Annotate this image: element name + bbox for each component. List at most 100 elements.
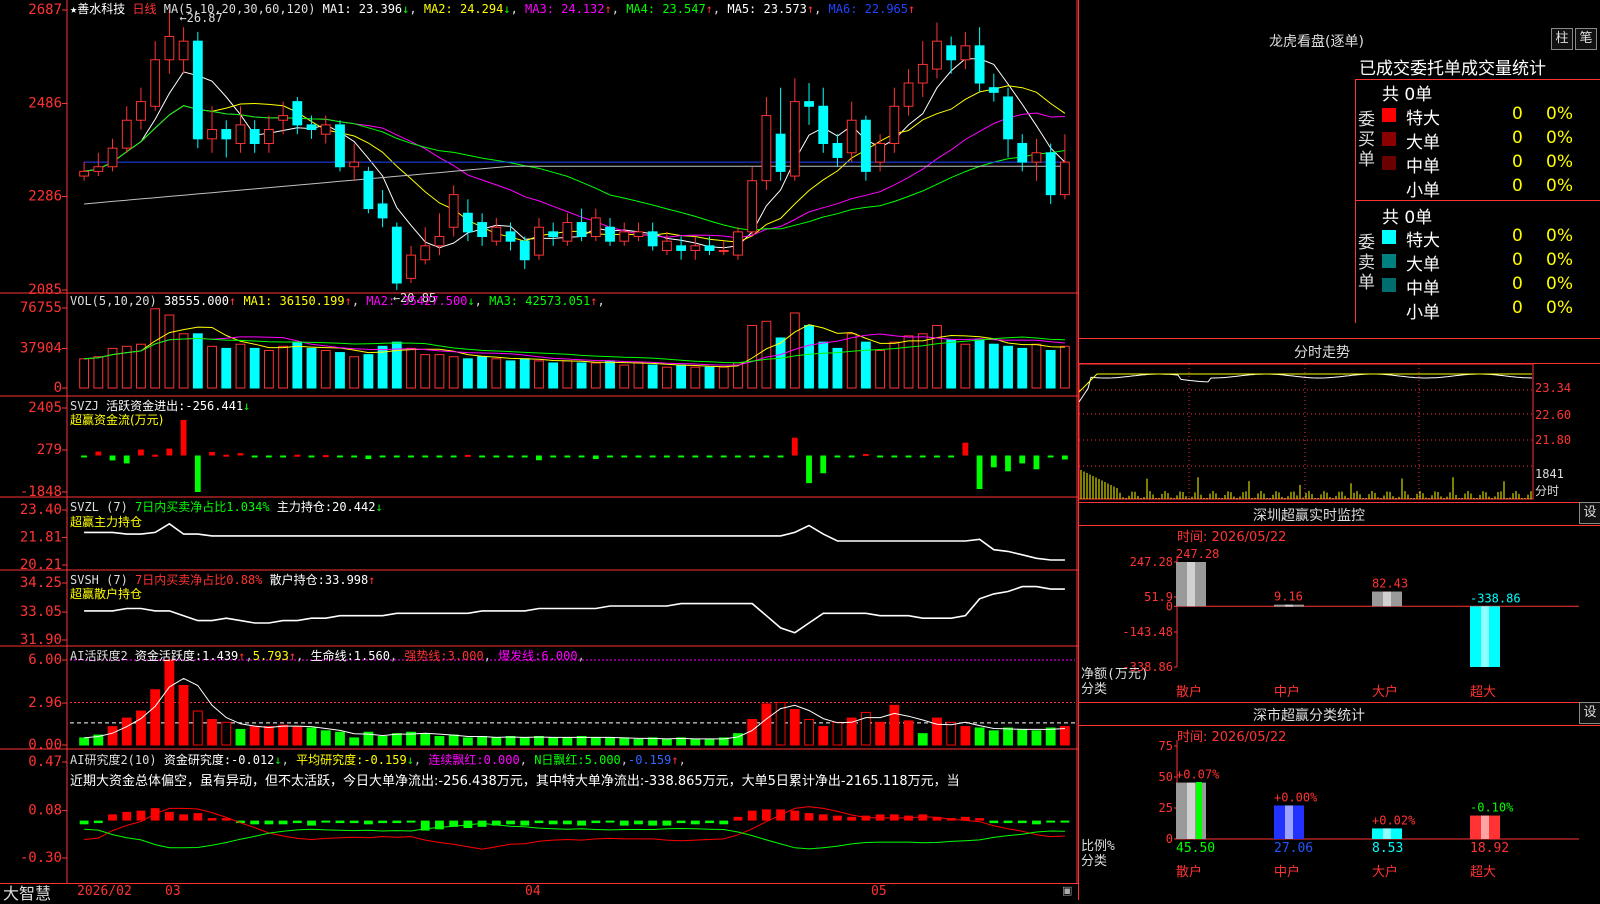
svzj-bar [123, 455, 130, 464]
volume-bar [292, 341, 303, 389]
ai-research-v1: -0.012 [231, 753, 275, 767]
candle [292, 101, 303, 126]
research-bar [1032, 820, 1041, 825]
volume-bar [747, 324, 758, 389]
bar-highlight [1383, 828, 1391, 839]
buy_side-row-3: 小单 0 0% [1382, 176, 1600, 201]
volume-bar [178, 333, 189, 389]
bar-highlight [1383, 591, 1391, 607]
candle [462, 212, 473, 233]
volume-bar [917, 333, 928, 389]
y-tick-label: 0.47 [28, 754, 62, 770]
svsh-subtitle: 超赢散户持仓 [70, 587, 143, 601]
research-bar [804, 813, 814, 821]
ma-arrow-6: ↑ [908, 2, 916, 16]
active-bar [335, 731, 345, 746]
research-bar [975, 818, 985, 821]
ai-research-v3: 0.000 [483, 753, 520, 767]
volume-bar [320, 349, 331, 389]
research-bar [534, 820, 544, 824]
active-bar [150, 689, 161, 746]
active-bar [1031, 730, 1042, 746]
sz-stats-chart[interactable]: 75 50 25 0 比例%分类 +0.07% 散户 +0.00% 中户 +0.02% 大户 -0.1… [1079, 722, 1600, 900]
volume-bar [349, 356, 360, 389]
svzj-bar [877, 455, 883, 458]
sell_side-row-1: 大单 0 0% [1382, 250, 1600, 275]
ai-research-k2: 平均研究度: [296, 753, 364, 767]
ai-active-arrow2: ↑ [288, 649, 297, 663]
candle [491, 226, 502, 242]
svzj-bar [564, 455, 571, 458]
candle [121, 119, 132, 149]
research-bar [619, 820, 629, 826]
bar-value-label: 247.28 [1176, 547, 1219, 561]
svzj-bar [194, 455, 201, 492]
ai-research-narrative: 近期大资金总体偏空，虽有异动，但不太活跃，今日大单净流出:-256.438万元，… [70, 774, 960, 789]
candle [363, 170, 374, 210]
color-swatch [1382, 230, 1396, 244]
intraday-vol-unit: 分时 [1535, 484, 1559, 498]
vol-value: 38555.000 [163, 294, 229, 308]
ai-research-k3: 连续飘红: [428, 753, 484, 767]
row-pct: 0% [1546, 104, 1573, 124]
bar-value-label: +0.07% [1176, 768, 1220, 782]
category-value: 27.06 [1274, 841, 1313, 856]
month-04: 04 [525, 884, 541, 899]
ai-research-arrow2: ↓ [406, 753, 414, 767]
active-bar [661, 738, 672, 746]
svzj-bar [365, 455, 372, 460]
sz-monitor-chart[interactable]: 247.2851.90-143.48-338.86净额(万元)分类247.28散… [1079, 522, 1600, 702]
candle [860, 119, 871, 172]
y-tick: 0 [1166, 832, 1173, 846]
active-bar [590, 737, 601, 746]
ma-arrow-4: ↑ [705, 2, 713, 16]
svzj-bar [848, 455, 855, 458]
candle [335, 124, 345, 168]
y-tick-label: 23.40 [20, 502, 62, 518]
unit-label: 净额(万元) [1081, 667, 1149, 682]
y-tick-label: 21.81 [20, 529, 62, 545]
sz-stats-settings-button[interactable]: 设 [1579, 702, 1600, 724]
research-bar [108, 814, 117, 821]
row-name: 特大 [1406, 109, 1440, 129]
row-name: 小单 [1406, 181, 1440, 201]
candle [562, 222, 573, 242]
vol-ma-arrow-2: ↓ [467, 294, 475, 308]
candle [192, 40, 203, 140]
sep: , [351, 294, 360, 308]
ai-active-arrow1: ↑ [238, 649, 246, 663]
research-bar [164, 811, 174, 821]
candle [619, 231, 630, 242]
candle [406, 254, 416, 279]
row-pct: 0% [1546, 274, 1573, 294]
category-bar-0 [1176, 562, 1206, 607]
volume-bar [79, 358, 90, 389]
svzj-bar [934, 455, 940, 458]
stock-name[interactable]: ★善水科技 [70, 2, 125, 16]
active-bar [889, 704, 900, 746]
active-bar [974, 727, 985, 746]
sz-monitor-settings-button[interactable]: 设 [1579, 502, 1600, 524]
intraday-chart[interactable]: 23.34 22.60 21.80 1841 分时 [1079, 362, 1600, 502]
svzj-bar [919, 455, 926, 458]
svzj-bar [308, 455, 315, 458]
sep: , [474, 294, 482, 308]
volume-bar [448, 356, 459, 389]
active-bar [832, 721, 843, 746]
candle [93, 166, 104, 172]
active-bar [818, 726, 829, 746]
sell_side-row-0: 特大 0 0% [1382, 226, 1600, 251]
svzj-bar [862, 453, 869, 456]
color-swatch [1382, 254, 1396, 268]
svzl-period: (7) [106, 500, 128, 514]
bar-view-button[interactable]: 柱 [1551, 28, 1573, 50]
pen-view-button[interactable]: 笔 [1575, 28, 1597, 50]
candle [690, 245, 701, 251]
ai-active-k1: 资金活跃度: [134, 649, 203, 663]
category-value: 18.92 [1470, 841, 1509, 856]
active-bar [306, 727, 317, 746]
period-label[interactable]: 日线 [132, 2, 156, 16]
sep: , [611, 2, 619, 16]
active-bar [690, 738, 701, 746]
ai-research-v2: -0.159 [363, 753, 407, 767]
